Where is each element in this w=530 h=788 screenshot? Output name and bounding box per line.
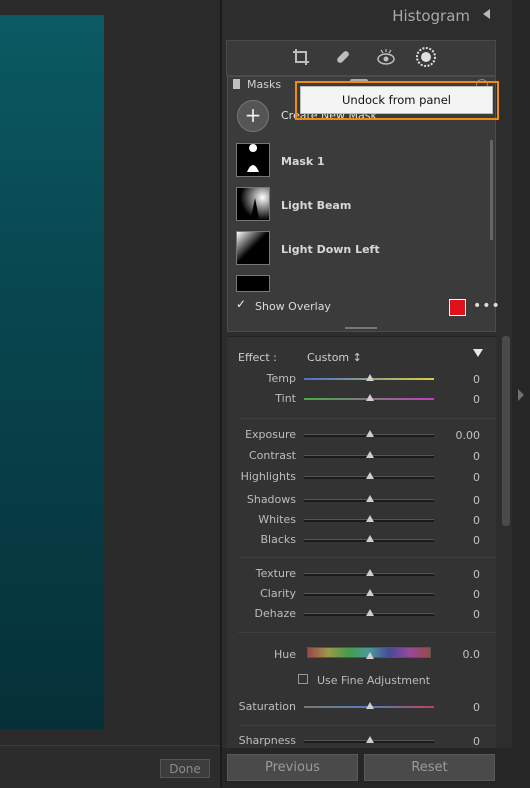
highlights-slider-thumb[interactable] — [366, 472, 374, 479]
tint-value[interactable]: 0 — [440, 393, 480, 406]
overlay-color-swatch[interactable] — [449, 299, 466, 316]
section-divider — [238, 632, 496, 633]
healing-icon[interactable] — [333, 47, 353, 67]
reset-button[interactable]: Reset — [364, 754, 495, 781]
slider-label-dehaze: Dehaze — [254, 607, 297, 620]
blacks-slider-thumb[interactable] — [366, 535, 374, 542]
collapse-arrow-icon[interactable] — [483, 9, 490, 19]
slider-label-shadows: Shadows — [246, 493, 296, 506]
mask-thumbnail[interactable] — [236, 187, 270, 221]
slider-label-contrast: Contrast — [248, 449, 296, 462]
tint-slider-thumb[interactable] — [366, 394, 374, 401]
clarity-slider-thumb[interactable] — [366, 589, 374, 596]
add-mask-button[interactable]: + — [237, 100, 269, 132]
expand-right-icon[interactable] — [518, 389, 524, 401]
texture-slider-thumb[interactable] — [366, 569, 374, 576]
slider-label-clarity: Clarity — [260, 587, 296, 600]
highlight-box — [295, 81, 499, 120]
dehaze-slider-thumb[interactable] — [366, 609, 374, 616]
show-overlay-checkbox[interactable]: ✓ — [236, 298, 246, 310]
effect-select[interactable]: Custom ↕ — [307, 351, 362, 364]
slider-label-hue: Hue — [273, 648, 296, 661]
hue-value[interactable]: 0.0 — [440, 648, 481, 661]
blacks-value[interactable]: 0 — [440, 534, 480, 547]
slider-label-saturation: Saturation — [238, 700, 296, 713]
whites-slider-thumb[interactable] — [366, 515, 374, 522]
redeye-icon[interactable] — [375, 47, 397, 67]
tool-strip — [226, 40, 496, 76]
saturation-value[interactable]: 0 — [440, 701, 480, 714]
section-divider — [238, 725, 496, 726]
shadows-value[interactable]: 0 — [440, 494, 480, 507]
show-overlay-label[interactable]: Show Overlay — [255, 300, 331, 313]
slider-label-sharpness: Sharpness — [238, 734, 296, 747]
clarity-value[interactable]: 0 — [440, 588, 480, 601]
mask-thumbnail[interactable] — [236, 231, 270, 265]
masks-title: Masks — [247, 78, 282, 91]
photo-preview — [0, 15, 104, 729]
slider-label-highlights: Highlights — [240, 470, 296, 483]
temp-value[interactable]: 0 — [440, 373, 480, 386]
saturation-slider-thumb[interactable] — [366, 702, 374, 709]
fine-adjustment-label[interactable]: Use Fine Adjustment — [317, 674, 430, 687]
shadows-slider-thumb[interactable] — [366, 495, 374, 502]
previous-button[interactable]: Previous — [227, 754, 358, 781]
masking-icon[interactable] — [415, 46, 437, 68]
exposure-slider-thumb[interactable] — [366, 430, 374, 437]
mask-item-label[interactable]: Light Beam — [281, 199, 351, 212]
hue-slider-thumb[interactable] — [366, 652, 374, 659]
sharpness-value[interactable]: 0 — [440, 735, 480, 748]
section-divider — [238, 418, 496, 419]
mask-item-label[interactable]: Mask 1 — [281, 155, 325, 168]
mask-thumbnail[interactable] — [236, 143, 270, 177]
dehaze-value[interactable]: 0 — [440, 608, 480, 621]
histogram-title[interactable]: Histogram — [392, 7, 470, 25]
done-button[interactable]: Done — [160, 759, 210, 778]
panel-collapse-icon[interactable] — [473, 349, 483, 357]
mask-thumbnail[interactable] — [236, 275, 270, 292]
section-divider — [238, 557, 496, 558]
sharpness-slider-thumb[interactable] — [366, 736, 374, 743]
slider-label-whites: Whites — [258, 513, 296, 526]
slider-label-exposure: Exposure — [245, 428, 296, 441]
contrast-slider-thumb[interactable] — [366, 451, 374, 458]
adjustments-scrollbar[interactable] — [502, 336, 510, 526]
effect-label: Effect : — [238, 351, 277, 364]
crop-icon[interactable] — [291, 47, 311, 67]
more-options-icon[interactable]: ••• — [473, 298, 501, 314]
contrast-value[interactable]: 0 — [440, 450, 480, 463]
slider-label-texture: Texture — [255, 567, 296, 580]
panel-resize-handle[interactable] — [345, 327, 377, 329]
mask-list-scrollbar[interactable] — [490, 140, 493, 240]
exposure-value[interactable]: 0.00 — [440, 429, 481, 442]
slider-label-blacks: Blacks — [260, 533, 297, 546]
slider-label-tint: Tint — [275, 392, 296, 405]
slider-label-temp: Temp — [266, 372, 296, 385]
collapse-icon[interactable] — [233, 79, 240, 89]
whites-value[interactable]: 0 — [440, 514, 480, 527]
texture-value[interactable]: 0 — [440, 568, 480, 581]
highlights-value[interactable]: 0 — [440, 471, 480, 484]
temp-slider-thumb[interactable] — [366, 374, 374, 381]
fine-adjustment-checkbox[interactable] — [298, 674, 308, 684]
mask-item-label[interactable]: Light Down Left — [281, 243, 380, 256]
